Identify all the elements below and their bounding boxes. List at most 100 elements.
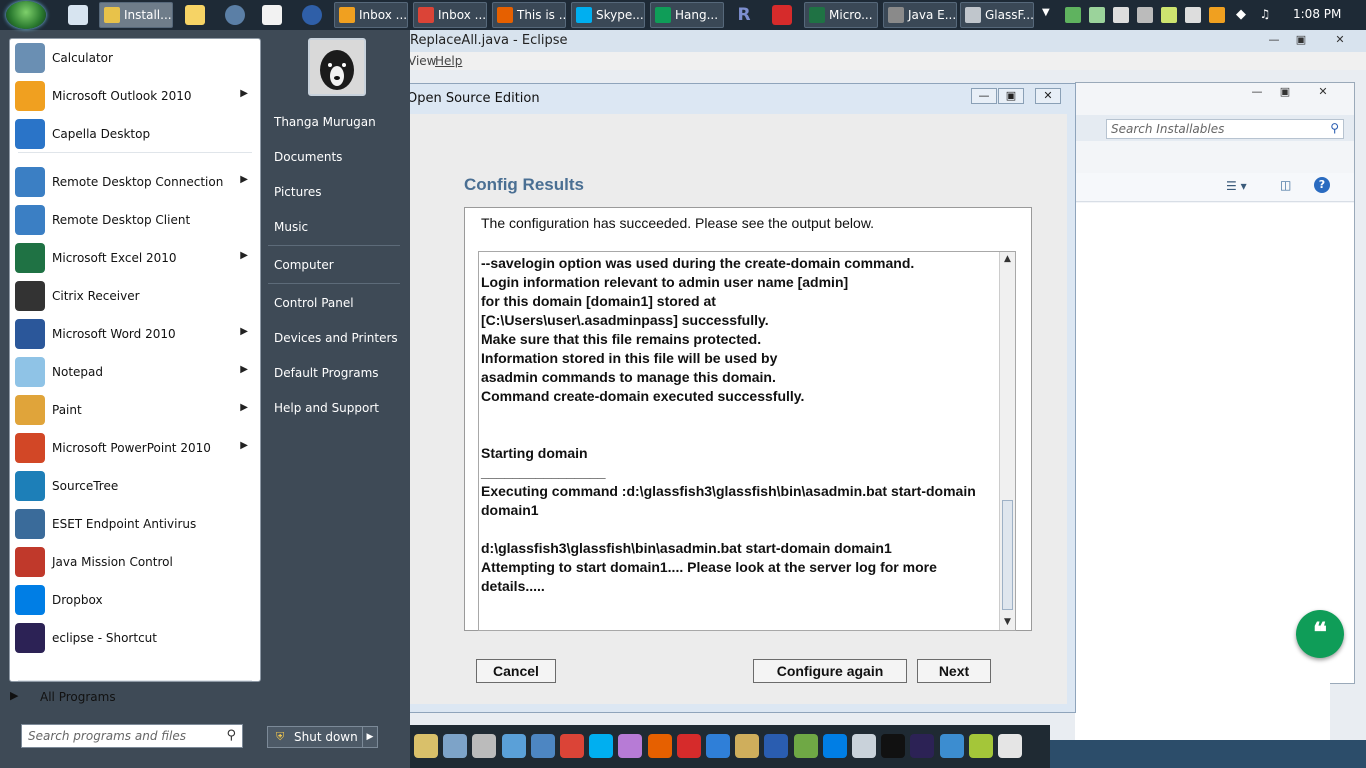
help-icon[interactable]: ? [1314, 177, 1330, 193]
folder-icon[interactable] [414, 734, 438, 758]
start-default-programs[interactable]: Default Programs [274, 366, 379, 380]
dropbox-icon[interactable] [822, 734, 847, 758]
monitor-icon[interactable] [939, 734, 964, 758]
tray-display-icon[interactable] [1185, 7, 1201, 23]
output-scrollbar[interactable]: ▲ ▼ [999, 252, 1015, 630]
search-icon[interactable]: ⚲ [226, 728, 236, 743]
eclipse-icon[interactable] [910, 734, 935, 758]
chrome-icon[interactable] [560, 734, 584, 758]
start-documents[interactable]: Documents [274, 150, 342, 164]
configure-again-button[interactable]: Configure again [753, 659, 907, 683]
start-program-item[interactable]: eclipse - Shortcut [10, 620, 260, 658]
preview-pane-icon[interactable]: ◫ [1280, 178, 1291, 192]
start-program-item[interactable]: Paint ▶ [10, 392, 260, 430]
start-devices-printers[interactable]: Devices and Printers [274, 331, 398, 345]
start-program-item[interactable]: Microsoft Outlook 2010 ▶ [10, 78, 260, 116]
hangouts-chat-icon[interactable]: ❝ [1296, 610, 1344, 658]
start-program-item[interactable]: Remote Desktop Connection ▶ [10, 164, 260, 202]
android-icon[interactable] [968, 734, 993, 758]
start-program-item[interactable]: Calculator [10, 40, 260, 78]
start-music[interactable]: Music [274, 220, 308, 234]
notes-icon[interactable] [530, 734, 555, 758]
tools2-icon[interactable] [735, 734, 760, 758]
dialog-maximize-button[interactable]: ▣ [998, 88, 1024, 104]
show-desktop-icon[interactable] [68, 5, 88, 25]
skype-icon[interactable] [589, 734, 614, 758]
submenu-arrow-icon[interactable]: ▶ [240, 402, 248, 413]
submenu-arrow-icon[interactable]: ▶ [240, 364, 248, 375]
start-program-item[interactable]: ESET Endpoint Antivirus [10, 506, 260, 544]
start-program-item[interactable]: Dropbox [10, 582, 260, 620]
start-button[interactable] [6, 1, 46, 29]
output-text-area[interactable]: --savelogin option was used during the c… [478, 251, 1016, 631]
taskbar-window-button[interactable]: Micro... [804, 2, 878, 28]
tray-overflow-icon[interactable]: ▼ [1042, 7, 1050, 18]
globe2-icon[interactable] [764, 734, 789, 758]
next-button[interactable]: Next [917, 659, 991, 683]
tray-citrix-icon[interactable] [1137, 7, 1153, 23]
glassfish-maximize-button[interactable]: ▣ [1274, 85, 1296, 99]
explorer-icon[interactable] [185, 5, 205, 25]
start-program-item[interactable]: Microsoft Excel 2010 ▶ [10, 240, 260, 278]
tray-security-icon[interactable] [1065, 7, 1081, 23]
dialog-minimize-button[interactable]: — [971, 88, 997, 104]
cancel-button[interactable]: Cancel [476, 659, 556, 683]
submenu-arrow-icon[interactable]: ▶ [240, 174, 248, 185]
start-computer[interactable]: Computer [274, 258, 334, 272]
submenu-arrow-icon[interactable]: ▶ [240, 88, 248, 99]
start-program-item[interactable]: Capella Desktop [10, 116, 260, 154]
firefox-icon[interactable] [647, 734, 672, 758]
submenu-arrow-icon[interactable]: ▶ [240, 326, 248, 337]
start-program-item[interactable]: SourceTree [10, 468, 260, 506]
taskbar-window-button[interactable]: Install... [99, 2, 173, 28]
taskbar-window-button[interactable]: This is ... [492, 2, 566, 28]
explorer-icon[interactable] [443, 734, 468, 758]
tray-volume-muted-icon[interactable]: ♫ [1257, 7, 1273, 23]
tray-evernote-icon[interactable] [1161, 7, 1177, 23]
vivaldi-icon[interactable] [772, 5, 792, 25]
safari-icon[interactable] [501, 734, 526, 758]
grid-app-icon[interactable] [262, 5, 282, 25]
taskbar-window-button[interactable]: Skype... [571, 2, 645, 28]
start-program-item[interactable]: Citrix Receiver [10, 278, 260, 316]
eclipse-close-button[interactable]: ✕ [1329, 33, 1351, 47]
submenu-arrow-icon[interactable]: ▶ [240, 440, 248, 451]
globe-icon[interactable] [225, 5, 245, 25]
ie-icon[interactable] [706, 734, 730, 758]
terminal-icon[interactable] [881, 734, 906, 758]
scroll-down-icon[interactable]: ▼ [1000, 615, 1015, 630]
tray-outlook-icon[interactable] [1209, 7, 1225, 23]
view-options-icon[interactable]: ☰ ▾ [1226, 179, 1247, 193]
dialog-close-button[interactable]: ✕ [1035, 88, 1061, 104]
wizard-icon[interactable] [618, 734, 643, 758]
start-program-item[interactable]: Java Mission Control [10, 544, 260, 582]
start-program-item[interactable]: Remote Desktop Client [10, 202, 260, 240]
shut-down-button[interactable]: ⛨ Shut down [267, 726, 363, 748]
start-program-item[interactable]: Microsoft PowerPoint 2010 ▶ [10, 430, 260, 468]
glassfish-close-button[interactable]: ✕ [1312, 85, 1334, 99]
tray-notification-icon[interactable]: ◆ [1233, 7, 1249, 23]
start-pictures[interactable]: Pictures [274, 185, 322, 199]
tray-device-icon[interactable] [1113, 7, 1129, 23]
start-program-item[interactable]: Notepad ▶ [10, 354, 260, 392]
evernote-icon[interactable] [793, 734, 818, 758]
ie-icon[interactable] [302, 5, 322, 25]
taskbar-window-button[interactable]: Inbox ... [334, 2, 408, 28]
tray-sync-icon[interactable] [1089, 7, 1105, 23]
start-control-panel[interactable]: Control Panel [274, 296, 354, 310]
taskbar-clock[interactable]: 1:08 PM [1293, 7, 1341, 21]
start-help-support[interactable]: Help and Support [274, 401, 379, 415]
search-icon[interactable]: ⚲ [1330, 121, 1339, 135]
vivaldi-icon[interactable] [676, 734, 701, 758]
eclipse-minimize-button[interactable]: — [1263, 33, 1285, 47]
keyboard-icon[interactable] [998, 734, 1022, 758]
r-app-icon[interactable]: R [734, 5, 754, 25]
search-programs-input[interactable]: Search programs and files ⚲ [21, 724, 243, 748]
shut-down-options-button[interactable]: ▶ [362, 726, 378, 748]
taskbar-window-button[interactable]: Inbox ... [413, 2, 487, 28]
start-user-name[interactable]: Thanga Murugan [274, 115, 376, 129]
search-installables-input[interactable]: Search Installables ⚲ [1106, 119, 1344, 139]
scroll-up-icon[interactable]: ▲ [1000, 252, 1015, 267]
user-avatar[interactable] [308, 38, 366, 96]
scrollbar-thumb[interactable] [1002, 500, 1013, 610]
